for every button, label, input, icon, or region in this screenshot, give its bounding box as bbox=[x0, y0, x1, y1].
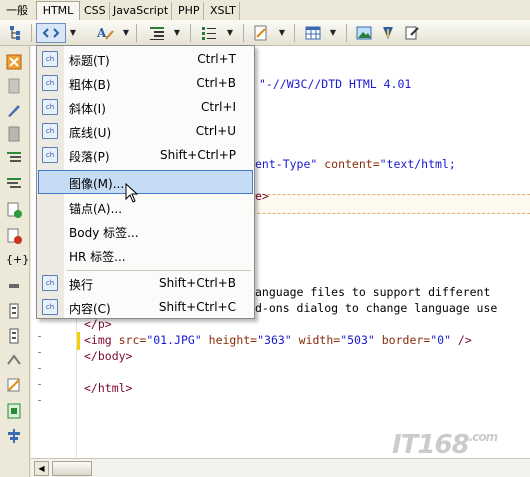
tab-bar: 一般 HTML CSS JavaScript PHP XSLT bbox=[0, 0, 530, 20]
scroll-left-button[interactable]: ◀ bbox=[34, 461, 49, 476]
left-toolbar: {+} bbox=[0, 46, 30, 477]
tag-dropdown-menu: ch 标题(T) Ctrl+T ch 粗体(B) Ctrl+B ch 斜体(I)… bbox=[36, 45, 255, 319]
mouse-cursor-icon bbox=[125, 182, 139, 206]
edit-icon[interactable] bbox=[6, 377, 23, 393]
ch-icon: ch bbox=[42, 99, 58, 115]
chevron-down-icon[interactable]: ▼ bbox=[121, 23, 131, 43]
image-icon[interactable] bbox=[353, 23, 375, 43]
font-icon[interactable]: A bbox=[94, 23, 116, 43]
ch-icon: ch bbox=[42, 51, 58, 67]
block-icon[interactable] bbox=[6, 78, 23, 94]
brace-icon[interactable]: {+} bbox=[6, 253, 29, 269]
menu-item-line-break[interactable]: ch 换行 Shift+Ctrl+B bbox=[38, 271, 253, 295]
indent-icon[interactable] bbox=[146, 23, 168, 43]
tab-javascript[interactable]: JavaScript bbox=[110, 2, 173, 20]
horizontal-scrollbar[interactable]: ◀ bbox=[31, 458, 530, 477]
pen-icon[interactable] bbox=[6, 102, 23, 118]
pen-icon[interactable] bbox=[377, 23, 399, 43]
menu-item-bold[interactable]: ch 粗体(B) Ctrl+B bbox=[38, 71, 253, 95]
ch-icon: ch bbox=[42, 147, 58, 163]
table-icon[interactable] bbox=[302, 23, 324, 43]
html-toolbar: ▼ A ▼ ▼ ▼ ▼ ▼ bbox=[0, 20, 530, 46]
tab-xslt[interactable]: XSLT bbox=[207, 2, 240, 20]
toolbar-separator bbox=[190, 24, 191, 42]
format-icon[interactable] bbox=[6, 303, 23, 319]
toolbar-separator bbox=[31, 24, 32, 42]
code-line: </html> bbox=[84, 381, 133, 395]
change-marker bbox=[77, 332, 80, 350]
code-tag-button[interactable] bbox=[36, 23, 66, 43]
add-doc-icon[interactable] bbox=[6, 202, 23, 218]
indent-icon[interactable] bbox=[6, 150, 23, 166]
menu-item-image[interactable]: 图像(M)... bbox=[38, 170, 253, 194]
menu-item-hr-tag[interactable]: HR 标签... bbox=[38, 243, 253, 267]
list-icon[interactable] bbox=[198, 23, 220, 43]
code-line: </body> bbox=[84, 349, 133, 363]
ch-icon: ch bbox=[42, 299, 58, 315]
ch-icon: ch bbox=[42, 123, 58, 139]
code-line: d-ons dialog to change language use bbox=[255, 301, 498, 315]
chevron-down-icon[interactable]: ▼ bbox=[172, 23, 182, 43]
note-icon[interactable] bbox=[401, 23, 423, 43]
menu-item-heading[interactable]: ch 标题(T) Ctrl+T bbox=[38, 47, 253, 71]
ch-icon: ch bbox=[42, 275, 58, 291]
tab-general[interactable]: 一般 bbox=[3, 2, 31, 20]
page-icon[interactable] bbox=[6, 126, 23, 142]
tab-html[interactable]: HTML bbox=[36, 1, 80, 20]
code-tag-icon bbox=[42, 28, 60, 38]
code-line: ent-Type" content="text/html; bbox=[255, 157, 456, 171]
edit-doc-icon[interactable] bbox=[250, 23, 272, 43]
code-line: "-//W3C//DTD HTML 4.01 bbox=[259, 77, 412, 91]
page-green-icon[interactable] bbox=[6, 403, 23, 419]
wrap-icon[interactable] bbox=[6, 352, 23, 368]
scroll-thumb[interactable] bbox=[52, 461, 92, 476]
img-code-line: <img src="01.JPG" height="363" width="50… bbox=[84, 333, 472, 347]
code-line: anguage files to support different bbox=[255, 285, 491, 299]
tab-css[interactable]: CSS bbox=[81, 2, 110, 20]
menu-item-body-tag[interactable]: Body 标签... bbox=[38, 219, 253, 243]
watermark-logo: IT168.com bbox=[392, 430, 498, 460]
toolbar-separator bbox=[243, 24, 244, 42]
chevron-down-icon[interactable]: ▼ bbox=[68, 23, 78, 43]
ch-icon: ch bbox=[42, 75, 58, 91]
outdent-icon[interactable] bbox=[6, 176, 23, 192]
format-icon[interactable] bbox=[6, 328, 23, 344]
chevron-down-icon[interactable]: ▼ bbox=[328, 23, 338, 43]
chevron-down-icon[interactable]: ▼ bbox=[225, 23, 235, 43]
menu-item-content[interactable]: ch 内容(C) Shift+Ctrl+C bbox=[38, 295, 253, 319]
align-icon[interactable] bbox=[6, 428, 23, 444]
bar-icon[interactable] bbox=[6, 278, 23, 294]
menu-item-underline[interactable]: ch 底线(U) Ctrl+U bbox=[38, 119, 253, 143]
code-line: e> bbox=[255, 189, 269, 203]
toolbar-separator bbox=[136, 24, 137, 42]
menu-item-paragraph[interactable]: ch 段落(P) Shift+Ctrl+P bbox=[38, 143, 253, 167]
svg-text:A: A bbox=[96, 26, 107, 40]
remove-doc-icon[interactable] bbox=[6, 228, 23, 244]
menu-item-italic[interactable]: ch 斜体(I) Ctrl+I bbox=[38, 95, 253, 119]
chevron-down-icon[interactable]: ▼ bbox=[277, 23, 287, 43]
toolbar-separator bbox=[294, 24, 295, 42]
close-icon[interactable] bbox=[6, 54, 23, 70]
tab-php[interactable]: PHP bbox=[175, 2, 204, 20]
tree-icon[interactable] bbox=[6, 23, 26, 43]
menu-item-anchor[interactable]: 锚点(A)... bbox=[38, 195, 253, 219]
toolbar-separator bbox=[346, 24, 347, 42]
